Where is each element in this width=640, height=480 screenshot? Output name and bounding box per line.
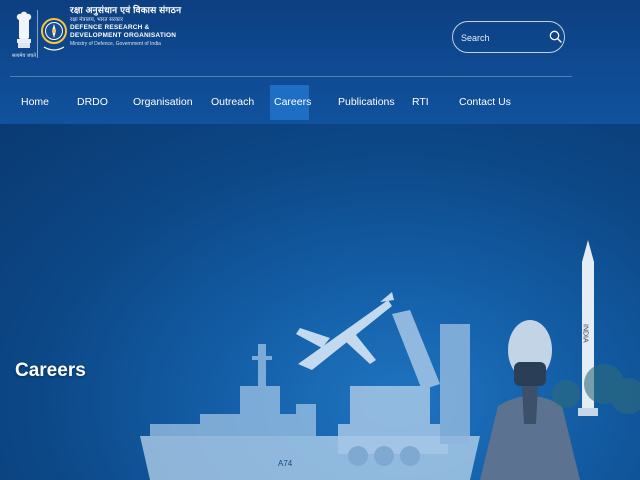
national-emblem-icon — [16, 11, 32, 48]
org-name-line1: DEFENCE RESEARCH & — [70, 24, 150, 31]
ministry-hindi: रक्षा मंत्रालय, भारत सरकार — [70, 17, 123, 23]
missile-launcher-graphic — [338, 310, 470, 466]
nav-drdo[interactable]: DRDO — [73, 85, 108, 120]
nav-rti[interactable]: RTI — [408, 85, 429, 120]
ministry-text: Ministry of Defence, Government of India — [70, 41, 161, 47]
logo-divider — [37, 10, 38, 58]
nav-organisation[interactable]: Organisation — [129, 85, 193, 120]
fighter-jet-graphic — [296, 292, 394, 370]
hero-defence-illustration: A74 INDIA — [140, 240, 640, 480]
nav-outreach[interactable]: Outreach — [207, 85, 254, 120]
nav-home[interactable]: Home — [17, 85, 49, 120]
site-header: सत्यमेव जयते रक्षा अनुसंधान एवं विकास सं… — [0, 0, 640, 125]
nav-careers[interactable]: Careers — [270, 85, 311, 120]
hero-banner: A74 INDIA Careers — [0, 124, 640, 480]
emblem-caption: सत्यमेव जयते — [11, 53, 37, 59]
nav-contact-us[interactable]: Contact Us — [455, 85, 511, 120]
ship-marking: A74 — [278, 459, 293, 468]
nav-divider — [10, 76, 572, 77]
page-title: Careers — [15, 360, 86, 381]
search-box[interactable] — [452, 21, 565, 53]
foliage-graphic — [552, 364, 640, 414]
nav-publications[interactable]: Publications — [334, 85, 395, 120]
drdo-logo-icon[interactable] — [40, 9, 68, 59]
missile-marking: INDIA — [582, 324, 589, 343]
org-name-line2: DEVELOPMENT ORGANISATION — [70, 32, 177, 39]
search-input[interactable] — [459, 29, 547, 47]
brand-text: रक्षा अनुसंधान एवं विकास संगठन रक्षा मंत… — [70, 5, 181, 48]
org-name-hindi: रक्षा अनुसंधान एवं विकास संगठन — [70, 5, 182, 15]
search-icon[interactable] — [549, 30, 562, 43]
